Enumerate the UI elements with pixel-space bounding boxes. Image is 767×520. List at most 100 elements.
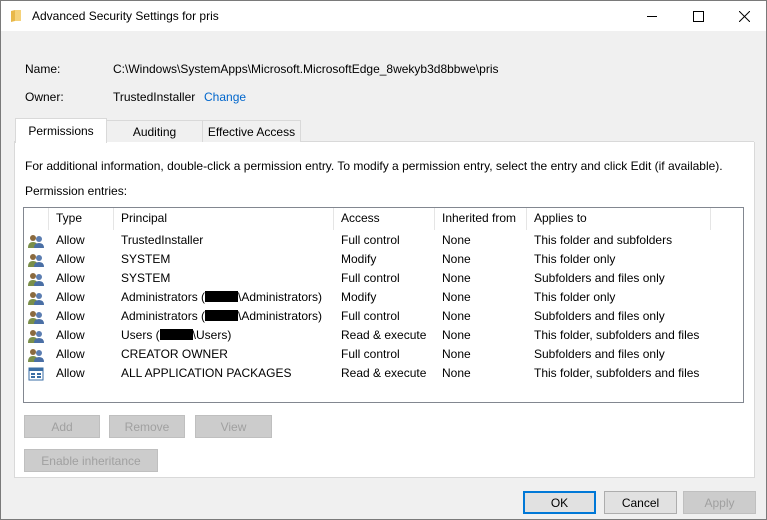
principal-prefix: Administrators ( [121,290,206,304]
row-inherited: None [442,290,471,304]
permission-entries-list[interactable]: Type Principal Access Inherited from App… [23,207,744,403]
row-type: Allow [56,309,85,323]
row-access: Full control [341,347,400,361]
redacted-block [205,291,239,302]
row-access: Full control [341,309,400,323]
row-principal: CREATOR OWNER [121,347,228,361]
row-type: Allow [56,328,85,342]
change-owner-link[interactable]: Change [204,90,246,104]
row-applies: This folder, subfolders and files [534,328,700,342]
row-access: Full control [341,271,400,285]
object-path: C:\Windows\SystemApps\Microsoft.Microsof… [113,62,499,76]
table-row[interactable]: Allow Users (\Users) Read & execute None… [24,326,743,345]
row-type: Allow [56,347,85,361]
header-applies-to[interactable]: Applies to [527,208,711,230]
enable-inheritance-label: Enable inheritance [41,453,141,468]
users-icon [28,235,44,248]
table-row[interactable]: Allow SYSTEM Modify None This folder onl… [24,250,743,269]
redacted-block [205,310,239,321]
add-button[interactable]: Add [24,415,100,438]
tab-permissions[interactable]: Permissions [15,118,107,143]
row-applies: This folder, subfolders and files [534,366,700,380]
row-access: Modify [341,290,377,304]
row-principal: TrustedInstaller [121,233,204,247]
row-inherited: None [442,309,471,323]
users-icon [28,254,44,267]
apply-button-label: Apply [704,495,735,510]
row-applies: Subfolders and files only [534,347,665,361]
minimize-icon [646,15,657,17]
enable-inheritance-button[interactable]: Enable inheritance [24,449,158,472]
principal-prefix: Administrators ( [121,309,206,323]
minimize-button[interactable] [629,1,675,31]
ok-button[interactable]: OK [523,491,596,514]
permissions-info-text: For additional information, double-click… [25,159,723,173]
header-principal[interactable]: Principal [114,208,334,230]
header-icon-column [24,208,49,230]
row-applies: Subfolders and files only [534,309,665,323]
list-header: Type Principal Access Inherited from App… [24,208,743,230]
maximize-button[interactable] [675,1,721,31]
close-button[interactable] [721,1,767,31]
header-inherited-from[interactable]: Inherited from [435,208,527,230]
row-type: Allow [56,290,85,304]
header-access[interactable]: Access [334,208,435,230]
remove-button-label: Remove [124,419,170,434]
table-row[interactable]: Allow TrustedInstaller Full control None… [24,231,743,250]
principal-prefix: Users ( [121,328,160,342]
permission-entries-label: Permission entries: [25,184,128,198]
table-row[interactable]: Allow ALL APPLICATION PACKAGES Read & ex… [24,364,743,383]
row-access: Read & execute [341,328,427,342]
apply-button[interactable]: Apply [683,491,756,514]
tab-auditing[interactable]: Auditing [106,120,203,142]
row-type: Allow [56,366,85,380]
view-button-label: View [220,419,247,434]
table-row[interactable]: Allow Administrators ( \Administrators) F… [24,307,743,326]
row-access: Modify [341,252,377,266]
users-icon [28,273,44,286]
row-applies: Subfolders and files only [534,271,665,285]
principal-suffix: \Administrators) [238,309,323,323]
remove-button[interactable]: Remove [109,415,185,438]
users-icon [28,349,44,362]
row-type: Allow [56,233,85,247]
tab-permissions-label: Permissions [28,124,94,138]
maximize-icon [692,10,704,22]
owner-label: Owner: [25,90,64,104]
row-principal: ALL APPLICATION PACKAGES [121,366,292,380]
row-access: Full control [341,233,400,247]
folder-icon [11,10,21,22]
tab-effective-access-label: Effective Access [207,124,296,139]
row-applies: This folder only [534,252,616,266]
view-button[interactable]: View [195,415,272,438]
close-icon [738,10,750,22]
row-inherited: None [442,271,471,285]
row-applies: This folder and subfolders [534,233,673,247]
window-title: Advanced Security Settings for pris [32,9,219,23]
table-row[interactable]: Allow CREATOR OWNER Full control None Su… [24,345,743,364]
row-applies: This folder only [534,290,616,304]
cancel-button[interactable]: Cancel [604,491,677,514]
users-icon [28,311,44,324]
row-principal: SYSTEM [121,271,171,285]
row-principal: Administrators ( \Administrators) [121,307,322,326]
users-icon [28,330,44,343]
row-inherited: None [442,328,471,342]
tab-auditing-label: Auditing [132,124,177,139]
ok-button-label: OK [550,495,569,510]
users-icon [28,292,44,305]
title-bar: Advanced Security Settings for pris [1,1,766,31]
header-type[interactable]: Type [49,208,114,230]
add-button-label: Add [51,419,73,434]
table-row[interactable]: Allow Administrators (\Administrators) M… [24,288,743,307]
tab-effective-access[interactable]: Effective Access [202,120,301,142]
owner-value: TrustedInstaller [113,90,196,104]
advanced-security-settings-window: Advanced Security Settings for pris Name… [0,0,767,520]
row-type: Allow [56,271,85,285]
row-access: Read & execute [341,366,427,380]
row-inherited: None [442,366,471,380]
table-row[interactable]: Allow SYSTEM Full control None Subfolder… [24,269,743,288]
cancel-button-label: Cancel [621,495,660,510]
row-type: Allow [56,252,85,266]
row-inherited: None [442,233,471,247]
